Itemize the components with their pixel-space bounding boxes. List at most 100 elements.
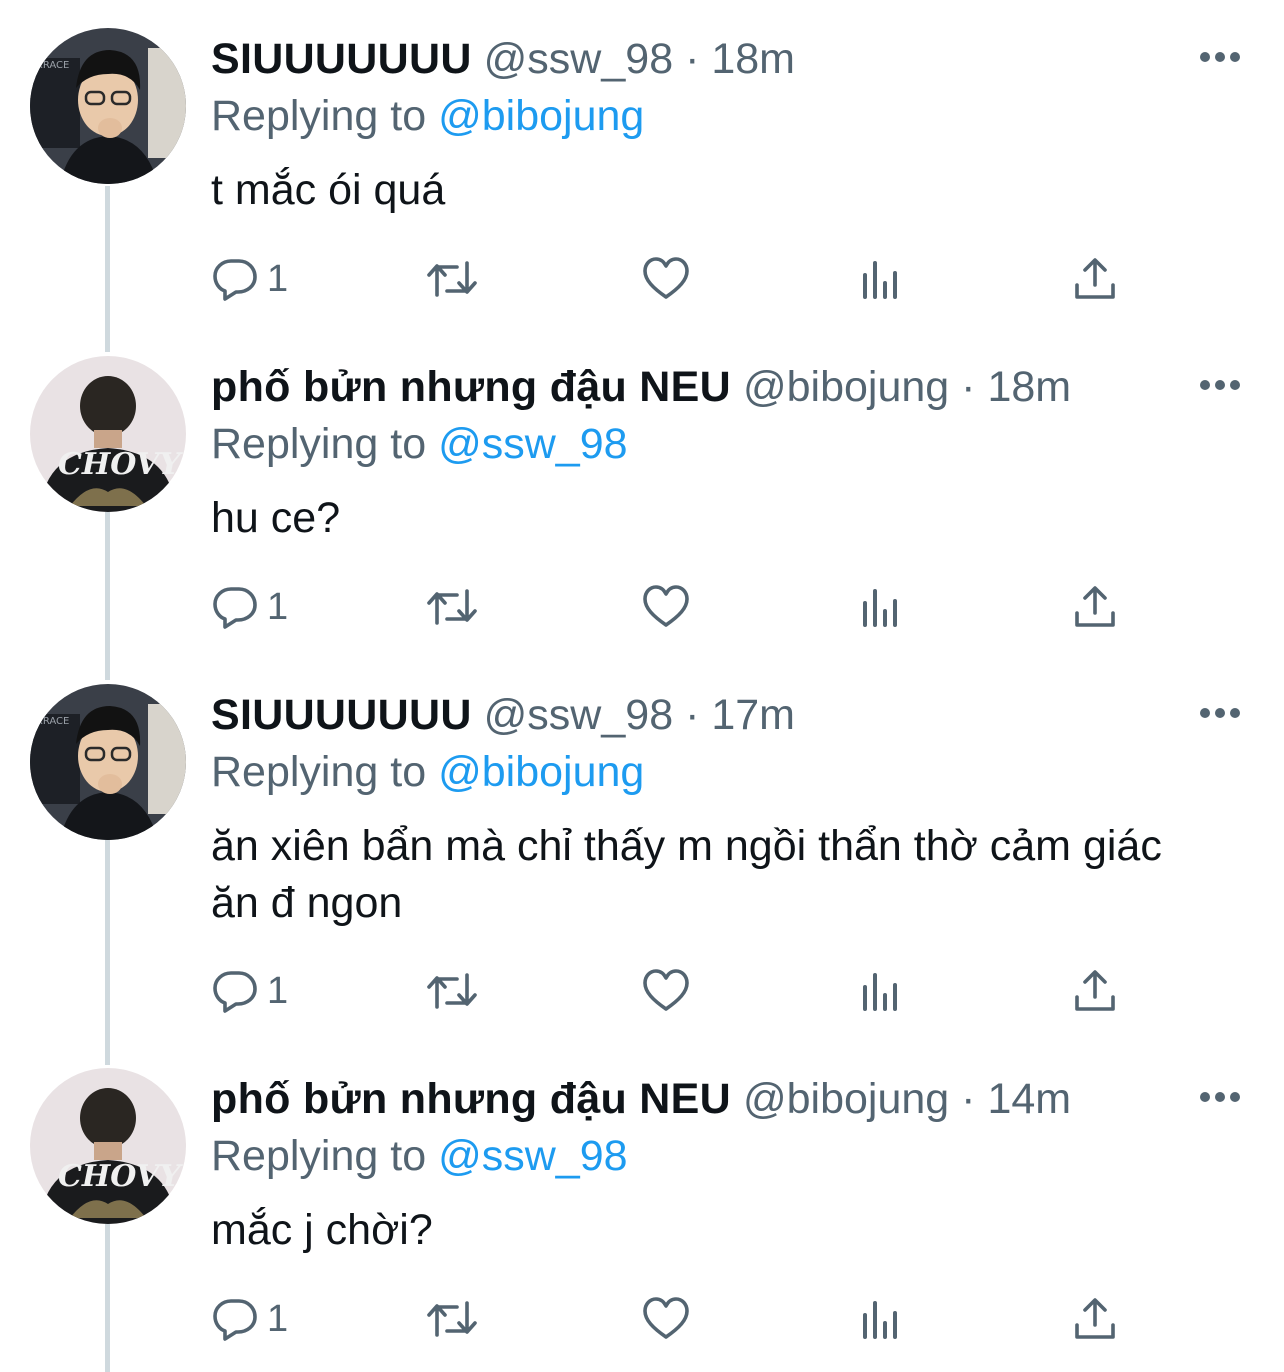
avatar[interactable]: CHOVY (30, 1068, 186, 1224)
share-button[interactable] (1073, 966, 1117, 1016)
display-name[interactable]: phố bửn nhưng đậu NEU (211, 1075, 731, 1123)
tweet-header: SIUUUUUUU @ssw_98 · 18m (211, 34, 1204, 84)
retweet-icon (427, 589, 477, 625)
retweet-icon (427, 1301, 477, 1337)
reply-button[interactable]: 1 (211, 254, 288, 304)
tweet-text: ăn xiên bẩn mà chỉ thấy m ngồi thẩn thờ … (211, 822, 1162, 927)
heart-icon (643, 1297, 689, 1339)
separator: · (961, 363, 976, 411)
reply-button[interactable]: 1 (211, 1294, 288, 1344)
replying-to: Replying to @ssw_98 (211, 1130, 628, 1182)
reply-icon (213, 1299, 257, 1341)
more-icon[interactable] (1200, 706, 1240, 720)
replying-to: Replying to @bibojung (211, 746, 644, 798)
analytics-icon (863, 1301, 897, 1339)
more-icon[interactable] (1200, 50, 1240, 64)
user-handle[interactable]: @ssw_98 (484, 691, 673, 739)
tweet-header: SIUUUUUUU @ssw_98 · 17m (211, 690, 1204, 740)
separator: · (961, 1075, 976, 1123)
share-icon (1075, 970, 1115, 1011)
heart-icon (643, 585, 689, 627)
timestamp[interactable]: 14m (987, 1075, 1071, 1123)
action-bar: 1 (211, 1294, 1131, 1344)
display-name[interactable]: SIUUUUUUU (211, 691, 472, 739)
reply-button[interactable]: 1 (211, 582, 288, 632)
tweet[interactable]: XRACE SIUUUUUUU @ssw_98 · 18m Replying t… (0, 28, 1284, 328)
retweet-button[interactable] (423, 966, 481, 1016)
share-button[interactable] (1073, 1294, 1117, 1344)
separator: · (685, 691, 700, 739)
views-button[interactable] (861, 254, 901, 304)
replying-to-label: Replying to (211, 1132, 427, 1180)
display-name[interactable]: phố bửn nhưng đậu NEU (211, 363, 731, 411)
tweet[interactable]: XRACE SIUUUUUUU @ssw_98 · 17m Replying t… (0, 684, 1284, 1044)
timestamp[interactable]: 18m (987, 363, 1071, 411)
replying-to: Replying to @bibojung (211, 90, 644, 142)
user-handle[interactable]: @bibojung (743, 363, 949, 411)
share-button[interactable] (1073, 254, 1117, 304)
mention-link[interactable]: @ssw_98 (438, 420, 627, 468)
replying-to-label: Replying to (211, 420, 427, 468)
user-handle[interactable]: @ssw_98 (484, 35, 673, 83)
more-icon[interactable] (1200, 1090, 1240, 1104)
views-button[interactable] (861, 1294, 901, 1344)
reply-count: 1 (267, 257, 289, 300)
views-button[interactable] (861, 582, 901, 632)
avatar[interactable]: XRACE (30, 28, 186, 184)
reply-icon (213, 259, 257, 301)
tweet[interactable]: CHOVY phố bửn nhưng đậu NEU @bibojung · … (0, 356, 1284, 656)
analytics-icon (863, 973, 897, 1011)
tweet-text: t mắc ói quá (211, 166, 446, 214)
separator: · (685, 35, 700, 83)
heart-icon (643, 969, 689, 1011)
user-handle[interactable]: @bibojung (743, 1075, 949, 1123)
replying-to-label: Replying to (211, 92, 427, 140)
retweet-button[interactable] (423, 254, 481, 304)
replying-to-label: Replying to (211, 748, 427, 796)
retweet-button[interactable] (423, 1294, 481, 1344)
share-icon (1075, 1298, 1115, 1339)
reply-button[interactable]: 1 (211, 966, 288, 1016)
analytics-icon (863, 261, 897, 299)
tweet-header: phố bửn nhưng đậu NEU @bibojung · 18m (211, 362, 1204, 412)
like-button[interactable] (641, 1294, 691, 1344)
analytics-icon (863, 589, 897, 627)
like-button[interactable] (641, 582, 691, 632)
reply-count: 1 (267, 585, 289, 628)
action-bar: 1 (211, 582, 1131, 632)
like-button[interactable] (641, 966, 691, 1016)
svg-text:CHOVY: CHOVY (58, 447, 183, 482)
heart-icon (643, 257, 689, 299)
avatar[interactable]: CHOVY (30, 356, 186, 512)
svg-text:XRACE: XRACE (36, 60, 69, 71)
replying-to: Replying to @ssw_98 (211, 418, 628, 470)
tweet-text: hu ce? (211, 494, 341, 542)
action-bar: 1 (211, 254, 1131, 304)
tweet-header: phố bửn nhưng đậu NEU @bibojung · 14m (211, 1074, 1204, 1124)
reply-icon (213, 587, 257, 629)
reply-count: 1 (267, 1297, 289, 1340)
mention-link[interactable]: @bibojung (438, 92, 644, 140)
share-button[interactable] (1073, 582, 1117, 632)
tweet-text: mắc j chời? (211, 1206, 433, 1254)
more-icon[interactable] (1200, 378, 1240, 392)
share-icon (1075, 258, 1115, 299)
reply-count: 1 (267, 969, 289, 1012)
share-icon (1075, 586, 1115, 627)
timestamp[interactable]: 17m (711, 691, 795, 739)
svg-text:CHOVY: CHOVY (58, 1159, 183, 1194)
mention-link[interactable]: @bibojung (438, 748, 644, 796)
svg-text:XRACE: XRACE (36, 716, 69, 727)
views-button[interactable] (861, 966, 901, 1016)
retweet-icon (427, 261, 477, 297)
retweet-button[interactable] (423, 582, 481, 632)
tweet[interactable]: CHOVY phố bửn nhưng đậu NEU @bibojung · … (0, 1068, 1284, 1368)
mention-link[interactable]: @ssw_98 (438, 1132, 627, 1180)
like-button[interactable] (641, 254, 691, 304)
retweet-icon (427, 973, 477, 1009)
display-name[interactable]: SIUUUUUUU (211, 35, 472, 83)
avatar[interactable]: XRACE (30, 684, 186, 840)
timestamp[interactable]: 18m (711, 35, 795, 83)
reply-icon (213, 971, 257, 1013)
action-bar: 1 (211, 966, 1131, 1016)
